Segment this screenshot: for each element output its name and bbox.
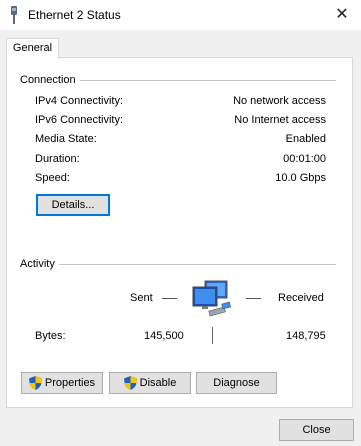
media-state-value: Enabled [285,133,326,145]
properties-button[interactable]: Properties [21,372,103,394]
ipv6-value: No Internet access [234,114,326,126]
duration-label: Duration: [35,153,80,165]
close-button[interactable]: Close [279,419,354,441]
ipv4-label: IPv4 Connectivity: [35,95,124,107]
window-title: Ethernet 2 Status [28,8,121,22]
connection-group-label: Connection [20,74,80,86]
duration-value: 00:01:00 [283,153,326,165]
uac-shield-icon [123,376,137,390]
activity-divider [20,264,336,265]
title-bar: Ethernet 2 Status ✕ [0,0,361,30]
network-adapter-icon [11,6,17,24]
bytes-separator [212,327,213,344]
sent-label: Sent [130,292,153,304]
disable-button[interactable]: Disable [109,372,191,394]
properties-label: Properties [44,377,96,389]
general-panel [6,57,353,408]
received-dash [246,298,261,299]
sent-dash [162,298,177,299]
bytes-received-value: 148,795 [286,330,326,342]
media-state-label: Media State: [35,133,97,145]
uac-shield-icon [28,376,42,390]
activity-group-label: Activity [20,258,59,270]
speed-value: 10.0 Gbps [275,172,326,184]
network-computers-icon [192,280,232,317]
details-button[interactable]: Details... [36,194,110,216]
received-label: Received [278,292,324,304]
diagnose-button[interactable]: Diagnose [196,372,277,394]
window-close-button[interactable]: ✕ [329,3,355,27]
disable-label: Disable [139,377,177,389]
bytes-label: Bytes: [35,330,66,342]
speed-label: Speed: [35,172,70,184]
ipv6-label: IPv6 Connectivity: [35,114,124,126]
ipv4-value: No network access [233,95,326,107]
bytes-sent-value: 145,500 [144,330,184,342]
tab-general[interactable]: General [6,38,59,59]
